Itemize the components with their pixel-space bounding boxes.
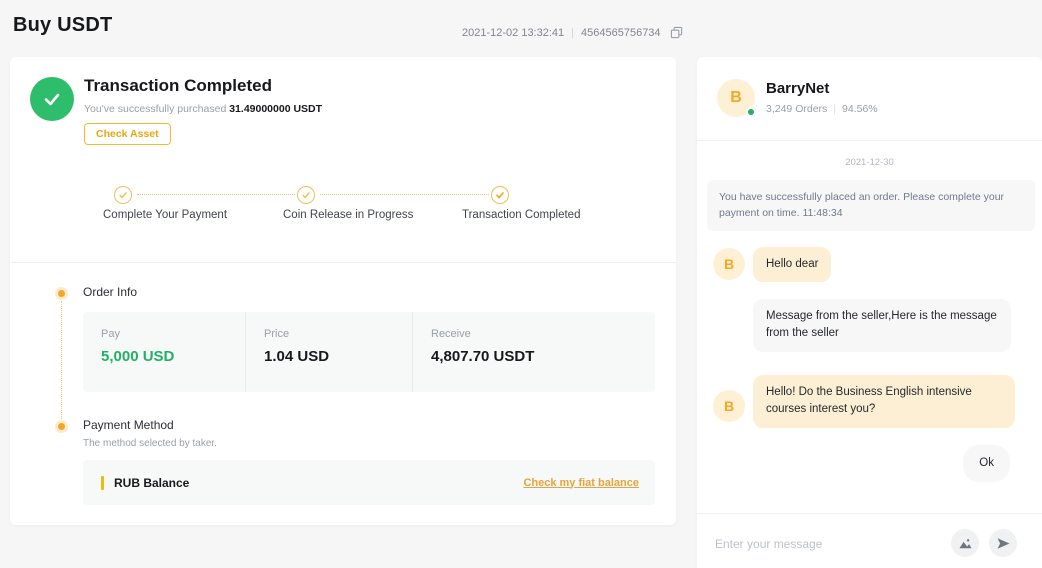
image-icon: [958, 536, 973, 551]
order-info-section-label: Order Info: [83, 285, 137, 299]
seller-orders: 3,249 Orders: [766, 103, 827, 115]
payment-method-bullet-icon: [58, 423, 65, 430]
order-info-card: Pay 5,000 USD Price 1.04 USD Receive 4,8…: [83, 312, 655, 392]
order-detail-card: Transaction Completed You've successfull…: [10, 57, 676, 525]
seller-stats: 3,249 Orders | 94.56%: [766, 103, 878, 115]
stats-separator: |: [833, 103, 836, 115]
payment-method-name: RUB Balance: [114, 476, 189, 490]
check-fiat-balance-link[interactable]: Check my fiat balance: [523, 477, 639, 489]
seller-avatar: B: [713, 390, 745, 422]
seller-avatar: B: [717, 79, 755, 117]
avatar-letter: B: [724, 398, 734, 414]
price-column: Price 1.04 USD: [245, 312, 412, 392]
chat-message: Message from the seller,Here is the mess…: [753, 299, 1011, 352]
chat-panel: B BarryNet 3,249 Orders | 94.56% 2021-12…: [697, 57, 1042, 568]
copy-icon[interactable]: [670, 26, 683, 39]
receive-label: Receive: [431, 328, 655, 340]
message-input[interactable]: [715, 529, 940, 559]
transaction-status-title: Transaction Completed: [84, 76, 272, 96]
send-button[interactable]: [989, 529, 1017, 557]
send-icon: [996, 536, 1011, 551]
success-check-icon: [30, 77, 74, 121]
chat-message: Hello dear: [753, 247, 831, 282]
step-connector: [320, 194, 489, 195]
meta-separator: |: [571, 27, 574, 39]
order-meta: 2021-12-02 13:32:41 | 4564565756734: [462, 26, 683, 39]
pay-label: Pay: [101, 328, 245, 340]
chat-message: Ok: [963, 445, 1010, 482]
step3-check-icon: [491, 186, 509, 204]
seller-avatar: B: [713, 248, 745, 280]
image-upload-button[interactable]: [951, 529, 979, 557]
order-info-bullet-icon: [58, 290, 65, 297]
page-title: Buy USDT: [13, 14, 112, 37]
check-asset-button[interactable]: Check Asset: [84, 123, 171, 145]
pay-value: 5,000 USD: [101, 348, 245, 365]
step2-check-icon: [297, 186, 315, 204]
payment-method-card: RUB Balance Check my fiat balance: [83, 460, 655, 505]
subtitle-prefix: You've successfully purchased: [84, 103, 226, 115]
step3-label: Transaction Completed: [462, 209, 580, 221]
payment-method-section-label: Payment Method: [83, 418, 174, 432]
purchased-amount: 31.49000000 USDT: [229, 103, 322, 115]
avatar-letter: B: [724, 256, 734, 272]
avatar-letter: B: [730, 89, 742, 107]
receive-column: Receive 4,807.70 USDT: [412, 312, 655, 392]
divider: [10, 262, 676, 263]
payment-method-note: The method selected by taker.: [83, 438, 217, 449]
step1-label: Complete Your Payment: [103, 209, 227, 221]
divider: [697, 140, 1042, 141]
price-value: 1.04 USD: [264, 348, 412, 365]
system-message: You have successfully placed an order. P…: [707, 180, 1035, 231]
seller-completion-rate: 94.56%: [842, 103, 878, 115]
chat-message: Hello! Do the Business English intensive…: [753, 375, 1015, 428]
payment-method-marker: [101, 476, 104, 490]
step1-check-icon: [114, 186, 132, 204]
price-label: Price: [264, 328, 412, 340]
order-id: 4564565756734: [581, 27, 661, 39]
step-connector: [137, 194, 295, 195]
step2-label: Coin Release in Progress: [283, 209, 413, 221]
order-timestamp: 2021-12-02 13:32:41: [462, 27, 564, 39]
online-status-icon: [746, 107, 756, 117]
receive-value: 4,807.70 USDT: [431, 348, 655, 365]
chat-header: B BarryNet 3,249 Orders | 94.56%: [717, 79, 878, 117]
divider: [697, 513, 1042, 514]
transaction-subtitle: You've successfully purchased 31.4900000…: [84, 103, 322, 115]
pay-column: Pay 5,000 USD: [83, 312, 245, 392]
timeline-connector: [61, 301, 62, 419]
chat-date: 2021-12-30: [697, 157, 1042, 168]
seller-name: BarryNet: [766, 80, 878, 97]
